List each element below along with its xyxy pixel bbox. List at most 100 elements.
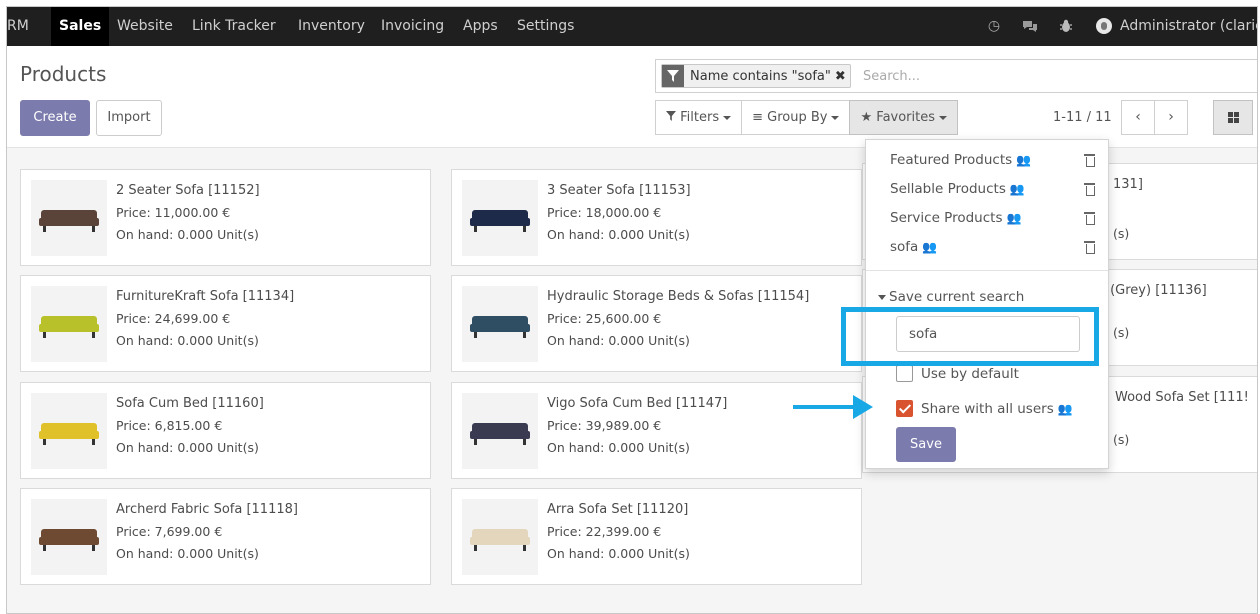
product-onhand: (s): [1113, 226, 1130, 241]
favorites-dropdown: Featured Products 👥 Sellable Products 👥 Se…: [865, 139, 1109, 469]
search-box[interactable]: Name contains "sofa" ✖: [655, 59, 1257, 93]
product-card[interactable]: Hydraulic Storage Beds & Sofas [11154] Pr…: [451, 275, 862, 372]
share-with-all-users-label: Share with all users: [921, 400, 1054, 417]
product-name: a (Grey) [11136]: [1098, 283, 1207, 298]
product-name: FurnitureKraft Sofa [11134]: [116, 289, 295, 304]
product-onhand: On hand: 0.000 Unit(s): [547, 440, 690, 455]
trash-icon[interactable]: [1084, 154, 1095, 167]
facet-remove-icon[interactable]: ✖: [835, 69, 850, 84]
filters-label: Filters: [680, 110, 720, 125]
product-price: Price: 39,989.00 €: [547, 418, 662, 433]
user-menu[interactable]: Administrator (claric: [1120, 7, 1257, 46]
use-by-default-label: Use by default: [921, 365, 1019, 382]
pager-previous-button[interactable]: ‹: [1121, 100, 1155, 135]
list-icon: ≡: [752, 110, 764, 125]
product-name: Wood Sofa Set [111!: [1115, 390, 1249, 405]
search-facet[interactable]: Name contains "sofa" ✖: [661, 64, 851, 88]
product-name: 2 Seater Sofa [11152]: [116, 183, 260, 198]
users-icon: 👥: [1006, 211, 1022, 225]
product-image: [31, 499, 107, 575]
product-image: [462, 286, 538, 362]
product-onhand: On hand: 0.000 Unit(s): [116, 546, 259, 561]
divider: [866, 270, 1108, 271]
product-name: Sofa Cum Bed [11160]: [116, 396, 264, 411]
use-by-default-checkbox[interactable]: [896, 365, 913, 382]
product-name: Arra Sofa Set [11120]: [547, 502, 689, 517]
nav-item-crm[interactable]: RM: [7, 7, 29, 46]
annotation-arrow: [793, 405, 855, 409]
product-onhand: (s): [1113, 325, 1130, 340]
product-name: Archerd Fabric Sofa [11118]: [116, 502, 298, 517]
favorite-item[interactable]: sofa 👥: [890, 239, 937, 255]
search-input[interactable]: [863, 64, 1243, 88]
trash-icon[interactable]: [1084, 241, 1095, 254]
favorite-item-label: Service Products: [890, 210, 1003, 226]
filters-button[interactable]: Filters: [655, 100, 743, 135]
bug-icon[interactable]: [1058, 18, 1074, 34]
nav-item-inventory[interactable]: Inventory: [298, 7, 365, 46]
import-button[interactable]: Import: [96, 100, 162, 136]
save-current-search-label: Save current search: [889, 289, 1025, 305]
favorite-item[interactable]: Featured Products 👥: [890, 152, 1031, 168]
product-price: Price: 24,699.00 €: [116, 311, 231, 326]
product-price: Price: 11,000.00 €: [116, 205, 231, 220]
clock-icon[interactable]: ◷: [986, 18, 1002, 34]
product-name: Vigo Sofa Cum Bed [11147]: [547, 396, 728, 411]
save-favorite-button[interactable]: Save: [896, 427, 956, 462]
product-onhand: On hand: 0.000 Unit(s): [116, 440, 259, 455]
favorites-label: Favorites: [876, 110, 936, 125]
users-icon: 👥: [1016, 153, 1032, 167]
product-name: 3 Seater Sofa [11153]: [547, 183, 691, 198]
share-with-all-users-checkbox-row[interactable]: Share with all users 👥: [896, 400, 1073, 417]
product-card[interactable]: 3 Seater Sofa [11153] Price: 18,000.00 € O…: [451, 169, 862, 266]
nav-item-invoicing[interactable]: Invoicing: [381, 7, 444, 46]
users-icon: 👥: [1057, 401, 1073, 416]
kanban-view-button[interactable]: [1213, 100, 1253, 135]
share-with-all-users-checkbox[interactable]: [896, 400, 913, 417]
nav-item-link-tracker[interactable]: Link Tracker: [192, 7, 276, 46]
star-icon: ★: [860, 110, 873, 125]
product-price: Price: 7,699.00 €: [116, 524, 223, 539]
favorite-item-label: Sellable Products: [890, 181, 1006, 197]
product-card[interactable]: Vigo Sofa Cum Bed [11147] Price: 39,989.0…: [451, 382, 862, 479]
save-current-search-toggle[interactable]: Save current search: [878, 289, 1024, 305]
users-icon: 👥: [922, 240, 938, 254]
product-card[interactable]: Sofa Cum Bed [11160] Price: 6,815.00 € On …: [20, 382, 431, 479]
product-onhand: (s): [1113, 432, 1130, 447]
product-name: Hydraulic Storage Beds & Sofas [11154]: [547, 289, 810, 304]
favorites-button[interactable]: ★ Favorites: [849, 100, 959, 135]
product-card[interactable]: FurnitureKraft Sofa [11134] Price: 24,699…: [20, 275, 431, 372]
create-button[interactable]: Create: [20, 100, 90, 136]
annotation-highlight-box: [841, 307, 1099, 366]
chat-icon[interactable]: [1022, 18, 1038, 34]
product-card[interactable]: Archerd Fabric Sofa [11118] Price: 7,699.…: [20, 488, 431, 585]
product-card[interactable]: Arra Sofa Set [11120] Price: 22,399.00 € O…: [451, 488, 862, 585]
nav-item-settings[interactable]: Settings: [517, 7, 574, 46]
group-by-button[interactable]: ≡ Group By: [741, 100, 851, 135]
filter-icon: [666, 111, 676, 121]
product-onhand: On hand: 0.000 Unit(s): [547, 227, 690, 242]
product-price: Price: 18,000.00 €: [547, 205, 662, 220]
nav-item-sales[interactable]: Sales: [51, 7, 110, 46]
product-image: [31, 286, 107, 362]
trash-icon[interactable]: [1084, 212, 1095, 225]
product-price: Price: 22,399.00 €: [547, 524, 662, 539]
product-onhand: On hand: 0.000 Unit(s): [547, 333, 690, 348]
product-image: [31, 393, 107, 469]
product-onhand: On hand: 0.000 Unit(s): [547, 546, 690, 561]
annotation-arrow-head: [853, 395, 873, 419]
caret-down-icon: [723, 115, 732, 120]
use-by-default-checkbox-row[interactable]: Use by default: [896, 365, 1019, 382]
nav-item-website[interactable]: Website: [117, 7, 173, 46]
favorite-item[interactable]: Service Products 👥: [890, 210, 1021, 226]
trash-icon[interactable]: [1084, 183, 1095, 196]
pager-next-button[interactable]: ›: [1154, 100, 1188, 135]
product-card[interactable]: 2 Seater Sofa [11152] Price: 11,000.00 € O…: [20, 169, 431, 266]
caret-down-icon: [878, 294, 886, 300]
favorite-item[interactable]: Sellable Products 👥: [890, 181, 1025, 197]
favorite-item-label: sofa: [890, 239, 919, 255]
group-by-label: Group By: [767, 110, 828, 125]
pager-value[interactable]: 1-11 / 11: [1053, 110, 1112, 125]
nav-item-apps[interactable]: Apps: [463, 7, 498, 46]
avatar[interactable]: [1096, 18, 1112, 34]
